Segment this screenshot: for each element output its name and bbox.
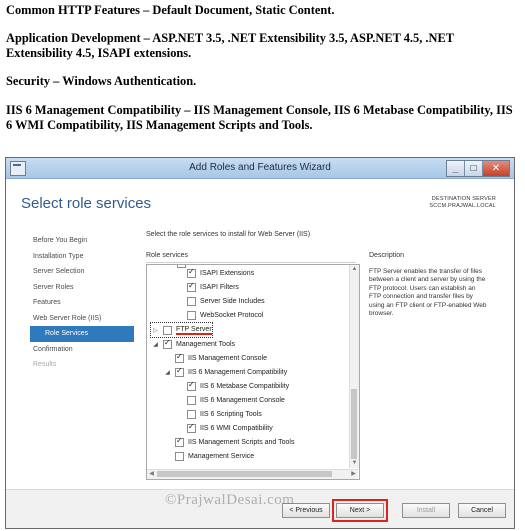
tree-item-label: Server Side Includes [200, 297, 265, 305]
description-label: Description [369, 252, 405, 259]
checkbox[interactable] [187, 381, 196, 391]
nav-server-roles[interactable]: Server Roles [30, 280, 134, 296]
tree-item-label: FTP Server [176, 325, 212, 335]
checkbox[interactable] [187, 268, 196, 278]
cancel-button[interactable]: Cancel [458, 503, 506, 518]
collapse-arrow-icon[interactable]: ◢ [151, 341, 160, 348]
tree-item-management-tools[interactable]: ◢ Management Tools [151, 337, 235, 351]
tree-item[interactable]: IIS Management Scripts and Tools [175, 435, 294, 449]
tree-item-label: IIS Management Scripts and Tools [188, 438, 295, 446]
scroll-right-icon[interactable]: ▶ [349, 470, 358, 479]
nav-web-server-role[interactable]: Web Server Role (IIS) [30, 311, 134, 327]
tree-item[interactable]: Server Side Includes [187, 294, 265, 308]
description-text: FTP Server enables the transfer of files… [369, 268, 487, 318]
scroll-left-icon[interactable]: ◀ [147, 470, 156, 479]
page-title: Select role services [21, 195, 152, 212]
checkbox[interactable] [163, 325, 172, 335]
next-button[interactable]: Next > [332, 499, 388, 522]
tree-item-iis6-compat[interactable]: ◢ IIS 6 Management Compatibility [163, 365, 287, 379]
maximize-icon[interactable]: □ [465, 161, 483, 176]
paragraph-iis6: IIS 6 Management Compatibility – IIS Man… [6, 103, 513, 132]
tree-item-label: IIS 6 Scripting Tools [200, 410, 262, 418]
tree-item[interactable]: IIS 6 Management Console [187, 393, 285, 407]
destination-label: DESTINATION SERVER [431, 196, 496, 202]
tree-item-label: IIS Management Console [188, 354, 267, 362]
checkbox[interactable] [175, 437, 184, 447]
expand-arrow-icon[interactable]: ▷ [151, 327, 160, 334]
tree-item[interactable]: IIS 6 Scripting Tools [187, 407, 262, 421]
paragraph-common-http: Common HTTP Features – Default Document,… [6, 3, 335, 17]
watermark: ©PrajwalDesai.com [165, 492, 295, 508]
window-controls: _ □ ✕ [446, 160, 510, 177]
checkbox[interactable] [187, 423, 196, 433]
scroll-up-icon[interactable]: ▲ [350, 265, 359, 274]
tree-item[interactable]: Management Service [175, 449, 254, 463]
checkbox[interactable] [175, 451, 184, 461]
nav-results: Results [33, 361, 57, 369]
destination-server: DESTINATION SERVER SCCM.PRAJWAL.LOCAL [429, 196, 496, 210]
tree-item[interactable]: ISAPI Extensions [187, 266, 254, 280]
window-title: Add Roles and Features Wizard [189, 162, 331, 173]
scroll-down-icon[interactable]: ▼ [350, 459, 359, 468]
checkbox[interactable] [175, 353, 184, 363]
checkbox[interactable] [175, 367, 184, 377]
wizard-window: Add Roles and Features Wizard _ □ ✕ Sele… [5, 157, 515, 529]
close-icon[interactable]: ✕ [483, 161, 509, 176]
tree-item[interactable]: WebSocket Protocol [187, 308, 263, 322]
scroll-thumb[interactable] [157, 471, 332, 477]
tree-item[interactable]: IIS 6 WMI Compatibility [187, 421, 273, 435]
role-services-tree[interactable]: ISAPI Extensions ISAPI Filters Server Si… [146, 264, 360, 480]
wizard-nav: Before You Begin Installation Type Serve… [30, 233, 134, 373]
tree-item-label: WebSocket Protocol [200, 311, 264, 319]
collapse-arrow-icon[interactable]: ◢ [163, 369, 172, 376]
install-button: Install [402, 503, 450, 518]
tree-item-label: Management Tools [176, 340, 236, 348]
nav-before-you-begin[interactable]: Before You Begin [30, 233, 134, 249]
tree-item-label: ISAPI Filters [200, 283, 239, 291]
paragraph-security: Security – Windows Authentication. [6, 74, 197, 88]
role-services-label: Role services [146, 252, 189, 259]
checkbox[interactable] [187, 395, 196, 405]
nav-features[interactable]: Features [30, 295, 134, 311]
nav-installation-type[interactable]: Installation Type [30, 249, 134, 265]
checkbox [177, 265, 186, 268]
destination-name: SCCM.PRAJWAL.LOCAL [429, 203, 496, 209]
tree-item[interactable]: ISAPI Filters [187, 280, 239, 294]
tree-item-label: IIS 6 Management Console [200, 396, 285, 404]
scroll-thumb[interactable] [351, 389, 357, 459]
divider [146, 262, 356, 263]
tree-item-label: Management Service [188, 452, 255, 460]
tree-item-ftp-server[interactable]: ▷ FTP Server [150, 322, 213, 338]
checkbox[interactable] [163, 339, 172, 349]
vertical-scrollbar[interactable]: ▲ ▼ [349, 265, 359, 468]
title-bar[interactable]: Add Roles and Features Wizard _ □ ✕ [6, 158, 514, 179]
checkbox[interactable] [187, 282, 196, 292]
tree-item-label: IIS 6 WMI Compatibility [200, 424, 273, 432]
instruction-text: Select the role services to install for … [146, 231, 311, 238]
tree-item[interactable]: IIS Management Console [175, 351, 267, 365]
checkbox[interactable] [187, 409, 196, 419]
tree-item-label: ISAPI Extensions [200, 269, 255, 277]
nav-server-selection[interactable]: Server Selection [30, 264, 134, 280]
checkbox[interactable] [187, 310, 196, 320]
nav-role-services[interactable]: Role Services [30, 326, 134, 342]
tree-item-label: IIS 6 Metabase Compatibility [200, 382, 290, 390]
minimize-icon[interactable]: _ [447, 161, 465, 176]
nav-confirmation[interactable]: Confirmation [30, 342, 134, 358]
wizard-header: Select role services DESTINATION SERVER … [6, 179, 514, 227]
checkbox[interactable] [187, 296, 196, 306]
document-text: Common HTTP Features – Default Document,… [6, 3, 516, 133]
horizontal-scrollbar[interactable]: ◀ ▶ [147, 469, 358, 479]
paragraph-app-dev: Application Development – ASP.NET 3.5, .… [6, 31, 454, 60]
tree-item[interactable]: IIS 6 Metabase Compatibility [187, 379, 289, 393]
tree-item-label: IIS 6 Management Compatibility [188, 368, 288, 376]
